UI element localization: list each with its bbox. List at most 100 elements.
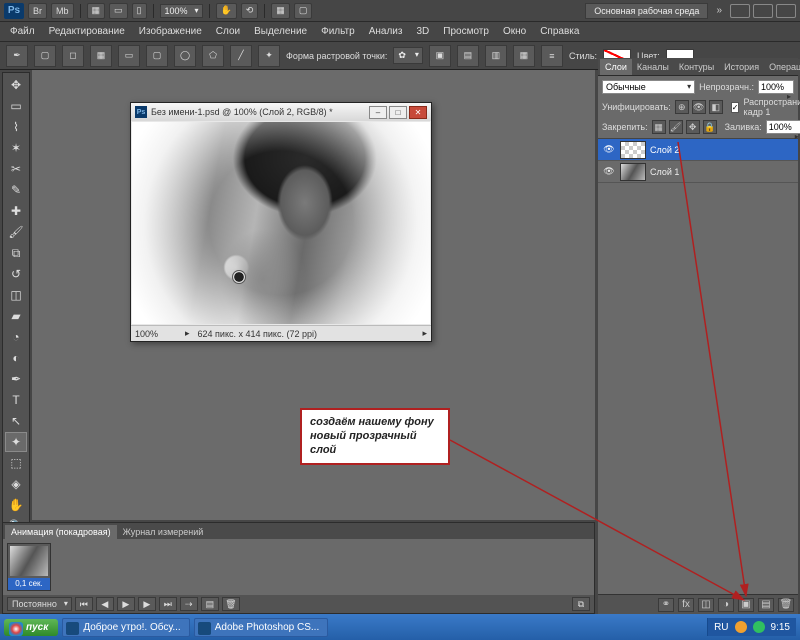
layer-group-icon[interactable]: ▣ <box>738 598 754 612</box>
fill-field[interactable]: 100% <box>766 120 800 134</box>
frame-delay[interactable]: 0,1 сек. <box>8 578 50 590</box>
lasso-tool[interactable]: ⌇ <box>5 117 27 137</box>
paths-icon[interactable]: ◻ <box>62 45 84 67</box>
hand-tool[interactable]: ✋ <box>5 495 27 515</box>
combine-sub-icon[interactable]: ▤ <box>457 45 479 67</box>
document-canvas[interactable] <box>132 122 430 324</box>
visibility-toggle-icon[interactable]: 👁 <box>602 143 616 157</box>
layer-name[interactable]: Слой 2 <box>650 145 679 155</box>
lang-indicator[interactable]: RU <box>714 622 728 633</box>
rotate-nav-button[interactable]: ⟲ <box>241 3 259 19</box>
tab-animation[interactable]: Анимация (покадровая) <box>5 525 117 539</box>
doc-close-button[interactable]: ✕ <box>409 106 427 119</box>
tab-measurement-log[interactable]: Журнал измерений <box>117 525 210 539</box>
zoom-dropdown[interactable]: 100% <box>160 4 203 18</box>
shape-line-icon[interactable]: ╱ <box>230 45 252 67</box>
tool-preset-icon[interactable]: ✒ <box>6 45 28 67</box>
menu-view[interactable]: Просмотр <box>437 24 495 39</box>
unify-position-icon[interactable]: ⊕ <box>675 100 689 114</box>
tab-layers[interactable]: Слои <box>600 59 632 75</box>
hand-nav-button[interactable]: ✋ <box>216 3 237 19</box>
blur-tool[interactable]: ◔ <box>5 327 27 347</box>
view-extras-button[interactable]: ▦ <box>87 3 106 19</box>
first-frame-button[interactable]: ⏮ <box>75 597 93 611</box>
layer-thumbnail[interactable] <box>620 163 646 181</box>
mini-bridge-button[interactable]: Mb <box>51 3 74 19</box>
shape-rect-icon[interactable]: ▭ <box>118 45 140 67</box>
tray-icon[interactable] <box>753 621 765 633</box>
eyedropper-tool[interactable]: ✎ <box>5 180 27 200</box>
3d-camera-tool[interactable]: ◈ <box>5 474 27 494</box>
prev-frame-button[interactable]: ◀ <box>96 597 114 611</box>
shape-picker[interactable]: ✿ <box>393 47 423 64</box>
view-guides-button[interactable]: ▯ <box>132 3 147 19</box>
lock-all-icon[interactable]: 🔒 <box>703 120 717 134</box>
menu-help[interactable]: Справка <box>534 24 585 39</box>
play-button[interactable]: ▶ <box>117 597 135 611</box>
workspace-switcher[interactable]: Основная рабочая среда <box>585 3 708 19</box>
quick-select-tool[interactable]: ✶ <box>5 138 27 158</box>
shape-layers-icon[interactable]: ▢ <box>34 45 56 67</box>
doc-zoom-field[interactable]: 100% <box>135 329 177 339</box>
lock-transparency-icon[interactable]: ▦ <box>652 120 666 134</box>
menu-3d[interactable]: 3D <box>410 24 435 39</box>
combine-int-icon[interactable]: ▥ <box>485 45 507 67</box>
fill-pixels-icon[interactable]: ▦ <box>90 45 112 67</box>
tab-channels[interactable]: Каналы <box>632 59 674 75</box>
menu-file[interactable]: Файл <box>4 24 41 39</box>
shape-custom-icon[interactable]: ✦ <box>258 45 280 67</box>
shape-rrect-icon[interactable]: ▢ <box>146 45 168 67</box>
new-layer-icon[interactable]: ▤ <box>758 598 774 612</box>
layer-name[interactable]: Слой 1 <box>650 167 679 177</box>
taskbar-item[interactable]: Доброе утро!. Обсу... <box>62 618 189 637</box>
path-select-tool[interactable]: ↖ <box>5 411 27 431</box>
propagate-frame-checkbox[interactable]: ✓ <box>731 102 740 113</box>
menu-analysis[interactable]: Анализ <box>363 24 409 39</box>
animation-frame[interactable]: 0,1 сек. <box>7 543 51 591</box>
delete-frame-button[interactable]: 🗑 <box>222 597 240 611</box>
menu-select[interactable]: Выделение <box>248 24 313 39</box>
view-rulers-button[interactable]: ▭ <box>109 3 128 19</box>
blend-mode-dropdown[interactable]: Обычные <box>602 80 695 94</box>
healing-tool[interactable]: ✚ <box>5 201 27 221</box>
layer-mask-icon[interactable]: ◫ <box>698 598 714 612</box>
visibility-toggle-icon[interactable]: 👁 <box>602 165 616 179</box>
3d-tool[interactable]: ⬚ <box>5 453 27 473</box>
doc-minimize-button[interactable]: – <box>369 106 387 119</box>
next-frame-button[interactable]: ▶ <box>138 597 156 611</box>
tween-button[interactable]: ⇢ <box>180 597 198 611</box>
lock-position-icon[interactable]: ✥ <box>686 120 700 134</box>
clock[interactable]: 9:15 <box>771 622 790 633</box>
start-button[interactable]: пуск <box>4 619 58 636</box>
tab-actions[interactable]: Операции <box>764 59 800 75</box>
opacity-field[interactable]: 100% <box>758 80 794 94</box>
doc-maximize-button[interactable]: □ <box>389 106 407 119</box>
eraser-tool[interactable]: ◫ <box>5 285 27 305</box>
layer-row[interactable]: 👁 Слой 2 <box>598 139 798 161</box>
minimize-button[interactable] <box>730 4 750 18</box>
tray-icon[interactable] <box>735 621 747 633</box>
dodge-tool[interactable]: ◐ <box>5 348 27 368</box>
taskbar-item[interactable]: Adobe Photoshop CS... <box>194 618 329 637</box>
combine-excl-icon[interactable]: ▦ <box>513 45 535 67</box>
gradient-tool[interactable]: ▰ <box>5 306 27 326</box>
brush-tool[interactable]: 🖌 <box>5 222 27 242</box>
crop-tool[interactable]: ✂ <box>5 159 27 179</box>
last-frame-button[interactable]: ⏭ <box>159 597 177 611</box>
delete-layer-icon[interactable]: 🗑 <box>778 598 794 612</box>
link-layers-icon[interactable]: ⚭ <box>658 598 674 612</box>
shape-polygon-icon[interactable]: ⬠ <box>202 45 224 67</box>
combine-add-icon[interactable]: ▣ <box>429 45 451 67</box>
layer-style-icon[interactable]: fx <box>678 598 694 612</box>
tab-paths[interactable]: Контуры <box>674 59 719 75</box>
menu-filter[interactable]: Фильтр <box>315 24 361 39</box>
bridge-button[interactable]: Br <box>28 3 47 19</box>
lock-pixels-icon[interactable]: 🖌 <box>669 120 683 134</box>
unify-style-icon[interactable]: ◧ <box>709 100 723 114</box>
menu-image[interactable]: Изображение <box>133 24 208 39</box>
timeline-mode-button[interactable]: ⧉ <box>572 597 590 611</box>
shape-ellipse-icon[interactable]: ◯ <box>174 45 196 67</box>
stamp-tool[interactable]: ⧉ <box>5 243 27 263</box>
maximize-button[interactable] <box>753 4 773 18</box>
layer-row[interactable]: 👁 Слой 1 <box>598 161 798 183</box>
